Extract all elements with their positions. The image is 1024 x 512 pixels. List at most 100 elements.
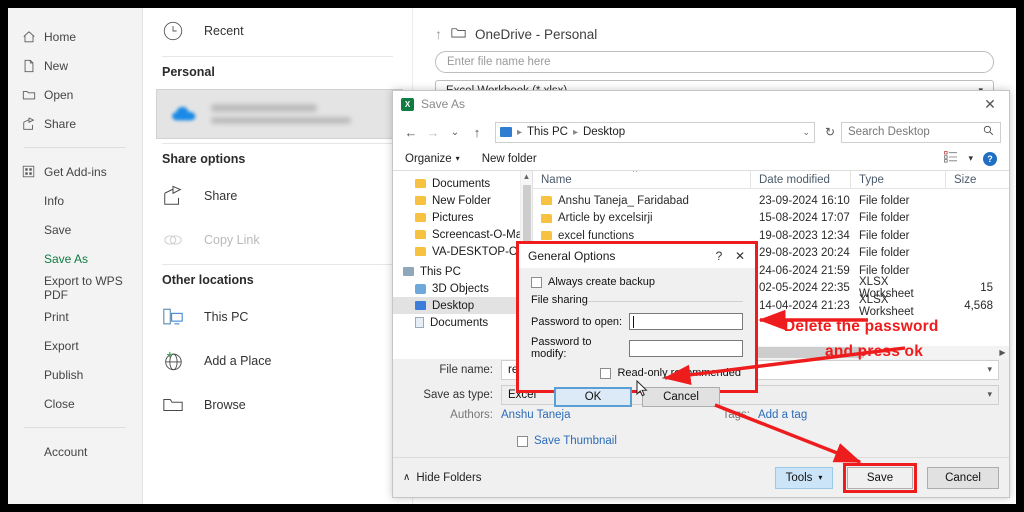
help-icon[interactable]: ?	[709, 249, 729, 263]
cell-size: 15	[980, 282, 993, 295]
cancel-label: Cancel	[945, 471, 981, 484]
hide-folders-button[interactable]: ∧ Hide Folders	[403, 472, 482, 484]
table-row[interactable]: Anshu Taneja_ Faridabad 23-09-2024 16:10…	[533, 192, 1009, 210]
navigation-tree: Documents New Folder Pictures Screencast…	[393, 171, 533, 359]
home-icon	[22, 29, 44, 45]
footer-buttons: Tools ▾ Save Cancel	[775, 462, 999, 493]
breadcrumb-this-pc[interactable]: This PC	[527, 126, 568, 138]
location-this-pc[interactable]: This PC	[144, 295, 411, 339]
location-onedrive-personal[interactable]	[156, 89, 403, 139]
location-browse[interactable]: Browse	[144, 383, 411, 427]
screenshot-root: Home New Open Share Get Add-ins Info Sav…	[0, 0, 1024, 512]
address-bar[interactable]: ▸ This PC ▸ Desktop ⌄	[495, 121, 815, 143]
chevron-down-icon[interactable]: ▾	[987, 364, 992, 375]
authors-value[interactable]: Anshu Taneja	[501, 409, 570, 421]
share-button[interactable]: Share	[144, 174, 411, 218]
tree-item-3d-objects[interactable]: 3D Objects	[393, 280, 532, 297]
sidebar-item-close[interactable]: Close	[8, 389, 142, 418]
always-create-backup-row[interactable]: Always create backup	[531, 276, 743, 288]
sidebar-item-save-as[interactable]: Save As	[8, 244, 142, 273]
column-header-name[interactable]: Name ^	[533, 171, 751, 188]
up-button[interactable]: ↑	[467, 121, 487, 143]
scroll-up-icon[interactable]: ▲	[521, 171, 532, 183]
sidebar-item-info[interactable]: Info	[8, 186, 142, 215]
share-icon	[162, 185, 204, 207]
sidebar-item-export-wps-pdf[interactable]: Export to WPS PDF	[8, 273, 142, 302]
sidebar-item-label: New	[44, 58, 69, 73]
search-input[interactable]: Search Desktop	[841, 121, 1001, 143]
password-to-open-input[interactable]	[629, 313, 743, 330]
search-icon	[983, 125, 994, 139]
tree-item-this-pc[interactable]: This PC	[393, 263, 532, 280]
recent-locations-button[interactable]: ⌄	[445, 121, 465, 143]
read-only-recommended-label: Read-only recommended	[617, 367, 741, 379]
column-header-type[interactable]: Type	[851, 171, 946, 188]
save-button[interactable]: Save	[847, 466, 913, 489]
read-only-recommended-row[interactable]: Read-only recommended	[531, 367, 741, 379]
location-add-a-place[interactable]: Add a Place	[144, 339, 411, 383]
tree-item-new-folder[interactable]: New Folder	[393, 192, 532, 209]
sidebar-item-new[interactable]: New	[8, 51, 142, 80]
sidebar-item-publish[interactable]: Publish	[8, 360, 142, 389]
annotation-line-1: Delete the password	[784, 318, 939, 335]
tree-item-documents[interactable]: Documents	[393, 175, 532, 192]
sidebar-item-print[interactable]: Print	[8, 302, 142, 331]
file-name-input[interactable]: Enter file name here	[435, 51, 994, 73]
read-only-recommended-checkbox[interactable]	[600, 367, 612, 379]
tree-item-desktop[interactable]: Desktop	[393, 297, 532, 314]
chevron-down-icon: ▾	[818, 473, 823, 482]
forward-button[interactable]: →	[423, 121, 443, 143]
tree-item-documents-2[interactable]: Documents	[393, 314, 532, 331]
chevron-down-icon[interactable]: ▾	[987, 389, 992, 400]
chevron-down-icon[interactable]: ⌄	[802, 127, 810, 138]
text-cursor	[633, 316, 634, 328]
table-row[interactable]: Article by excelsirji 15-08-2024 17:07 F…	[533, 210, 1009, 228]
sidebar-item-export[interactable]: Export	[8, 331, 142, 360]
organize-button[interactable]: Organize ▾	[405, 153, 460, 165]
chevron-down-icon: ▾	[455, 154, 460, 163]
column-header-size[interactable]: Size	[946, 171, 1009, 188]
save-thumbnail-checkbox[interactable]	[517, 435, 528, 447]
new-document-icon	[22, 58, 44, 74]
location-recent[interactable]: Recent	[144, 8, 411, 54]
this-pc-icon	[403, 267, 414, 276]
view-mode-icon[interactable]	[944, 151, 958, 166]
authors-label: Authors:	[450, 409, 493, 421]
back-button[interactable]: ←	[401, 121, 421, 143]
this-pc-label: This PC	[204, 310, 249, 324]
chevron-down-icon[interactable]: ▾	[968, 153, 973, 164]
dialog-title: General Options	[528, 249, 616, 263]
column-header-date[interactable]: Date modified	[751, 171, 851, 188]
sidebar-item-get-addins[interactable]: Get Add-ins	[8, 157, 142, 186]
onedrive-blurred-text	[211, 104, 351, 124]
tree-item-label: Documents	[432, 177, 491, 190]
tree-item-pictures[interactable]: Pictures	[393, 209, 532, 226]
breadcrumb-desktop[interactable]: Desktop	[583, 126, 625, 138]
ok-button[interactable]: OK	[554, 387, 632, 407]
sidebar-item-home[interactable]: Home	[8, 22, 142, 51]
cancel-button[interactable]: Cancel	[927, 466, 999, 489]
sidebar-item-account[interactable]: Account	[8, 437, 142, 466]
new-folder-button[interactable]: New folder	[482, 153, 537, 165]
cell-date: 23-09-2024 16:10	[759, 194, 850, 207]
close-icon[interactable]: ✕	[975, 92, 1005, 116]
cell-name: excel functions	[533, 230, 751, 242]
tree-item-va-desktop[interactable]: VA-DESKTOP-C6	[393, 243, 532, 260]
sidebar-item-share[interactable]: Share	[8, 109, 142, 138]
up-arrow-icon[interactable]: ↑	[435, 26, 442, 42]
scroll-right-icon[interactable]: ▶	[996, 348, 1009, 357]
always-create-backup-checkbox[interactable]	[531, 276, 542, 288]
tools-button[interactable]: Tools ▾	[775, 466, 833, 489]
tree-item-screencast[interactable]: Screencast-O-Ma	[393, 226, 532, 243]
sidebar-item-save[interactable]: Save	[8, 215, 142, 244]
browse-label: Browse	[204, 398, 246, 412]
help-icon[interactable]: ?	[983, 151, 997, 166]
add-a-tag-link[interactable]: Add a tag	[758, 409, 807, 421]
file-name-placeholder: Enter file name here	[447, 56, 551, 68]
password-to-modify-input[interactable]	[629, 339, 743, 357]
save-thumbnail-row[interactable]: Save Thumbnail	[517, 435, 1009, 447]
sidebar-item-open[interactable]: Open	[8, 80, 142, 109]
general-options-cancel-button[interactable]: Cancel	[642, 387, 720, 407]
refresh-icon[interactable]: ↻	[821, 125, 839, 139]
close-icon[interactable]: ✕	[729, 249, 751, 263]
